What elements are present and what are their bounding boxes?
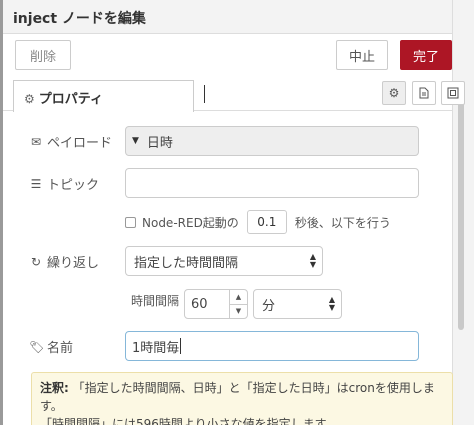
- name-label: 🏷 名前: [29, 337, 74, 357]
- name-value: 1時間毎: [132, 340, 180, 356]
- dialog-buttons: 削除 中止 完了: [3, 40, 452, 72]
- inject-once-label: Node-RED起動の: [142, 215, 239, 230]
- interval-value: 60: [191, 296, 208, 312]
- tip-line-2: 「時間間隔」には596時間より小さな値を指定します。: [40, 417, 338, 425]
- select-arrows-icon: ▲ ▼: [328, 295, 335, 312]
- payload-type-select[interactable]: ▼ 日時: [125, 126, 419, 156]
- done-button[interactable]: 完了: [400, 40, 452, 70]
- inject-once-suffix: 秒後、以下を行う: [294, 215, 391, 230]
- scrollbar[interactable]: [452, 0, 474, 425]
- description-document-icon[interactable]: [412, 81, 436, 105]
- gear-icon: ⚙: [24, 92, 35, 106]
- tip-box: 注釈: 「指定した時間間隔、日時」と「指定した日時」はcronを使用します。 「…: [31, 372, 453, 425]
- scrollbar-thumb[interactable]: [458, 90, 464, 330]
- node-properties-gear-icon[interactable]: ⚙: [382, 81, 406, 105]
- spinner-down-icon[interactable]: ▼: [230, 305, 247, 319]
- topic-label: ☰ トピック: [29, 174, 100, 194]
- cancel-button[interactable]: 中止: [336, 40, 388, 70]
- inject-once-row: Node-RED起動の 0.1 秒後、以下を行う: [125, 210, 391, 234]
- payload-label: ✉ ペイロード: [29, 132, 113, 152]
- interval-label: 時間間隔: [131, 294, 180, 308]
- repeat-icon: ↻: [30, 254, 42, 269]
- text-cursor: [180, 338, 182, 354]
- caret-down-icon: ▼: [132, 136, 139, 146]
- topic-input[interactable]: [125, 168, 419, 198]
- payload-value: 日時: [146, 135, 173, 151]
- dialog-title: inject ノードを編集: [3, 0, 452, 34]
- spinner-up-icon[interactable]: ▲: [230, 290, 247, 305]
- repeat-label: ↻ 繰り返し: [29, 252, 100, 272]
- delete-button[interactable]: 削除: [15, 40, 71, 70]
- repeat-select[interactable]: 指定した時間間隔 ▲ ▼: [125, 246, 323, 276]
- topic-label-text: トピック: [47, 178, 100, 193]
- inject-once-checkbox[interactable]: [125, 216, 136, 228]
- payload-label-text: ペイロード: [47, 136, 113, 151]
- interval-spinner[interactable]: ▲ ▼: [229, 290, 247, 318]
- select-arrows-icon: ▲ ▼: [309, 252, 316, 269]
- edit-dialog: inject ノードを編集 削除 中止 完了 ⚙ プロパティ ⚙ ✉ ペイロード …: [3, 0, 465, 425]
- interval-unit-select[interactable]: 分 ▲ ▼: [253, 289, 342, 319]
- interval-number-input[interactable]: 60 ▲ ▼: [184, 289, 248, 319]
- repeat-value: 指定した時間間隔: [134, 255, 239, 271]
- once-delay-input[interactable]: 0.1: [246, 210, 287, 234]
- repeat-label-text: 繰り返し: [47, 256, 100, 271]
- tab-properties[interactable]: ⚙ プロパティ: [13, 80, 194, 112]
- envelope-icon: ✉: [30, 134, 42, 149]
- tab-properties-label: プロパティ: [38, 92, 103, 107]
- interval-unit-value: 分: [262, 298, 276, 314]
- name-input[interactable]: 1時間毎: [125, 331, 419, 361]
- tip-title: 注釈:: [40, 381, 69, 395]
- name-label-text: 名前: [47, 341, 74, 356]
- tasks-icon: ☰: [30, 176, 42, 191]
- tip-line-1: 「指定した時間間隔、日時」と「指定した日時」はcronを使用します。: [40, 381, 435, 413]
- tag-icon: 🏷: [29, 339, 45, 354]
- mouse-cursor: [204, 85, 205, 103]
- appearance-frame-icon[interactable]: [441, 81, 465, 105]
